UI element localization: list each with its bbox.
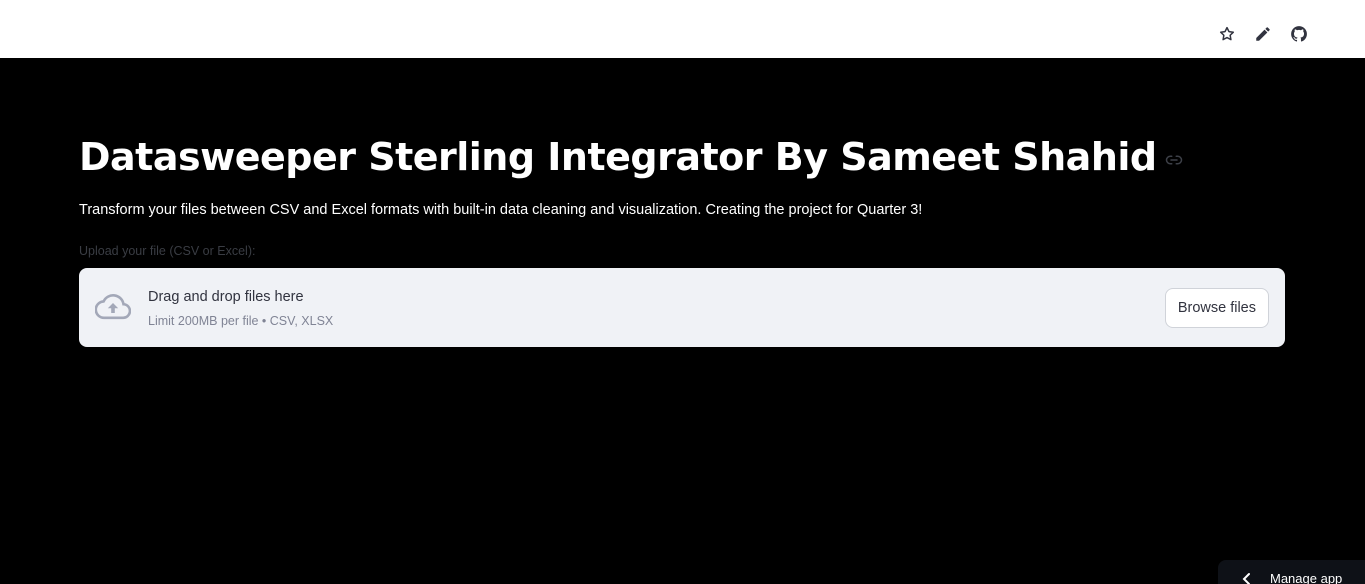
link-icon[interactable] <box>1165 151 1183 169</box>
favorite-button[interactable] <box>1217 20 1237 48</box>
github-button[interactable] <box>1289 20 1309 48</box>
dropzone-limit: Limit 200MB per file • CSV, XLSX <box>148 314 334 328</box>
dropzone-instructions: Drag and drop files here <box>148 289 304 305</box>
manage-app-label: Manage app <box>1270 571 1343 584</box>
cloud-upload-icon <box>94 292 132 322</box>
page-title: Datasweeper Sterling Integrator By Samee… <box>79 135 1157 179</box>
star-icon <box>1219 26 1235 41</box>
browse-files-button[interactable]: Browse files <box>1164 288 1269 328</box>
file-dropzone[interactable]: Drag and drop files here Limit 200MB per… <box>79 268 1285 347</box>
page-description: Transform your files between CSV and Exc… <box>79 202 923 218</box>
manage-app-button[interactable]: Manage app <box>1218 560 1365 584</box>
edit-button[interactable] <box>1253 20 1273 48</box>
edit-icon <box>1256 27 1270 41</box>
dropzone-text: Drag and drop files here Limit 200MB per… <box>148 288 333 328</box>
title-row: Datasweeper Sterling Integrator By Samee… <box>79 133 1183 181</box>
header-actions <box>1217 20 1309 48</box>
chevron-left-icon <box>1242 573 1250 584</box>
header-bar <box>0 0 1365 58</box>
github-icon <box>1291 26 1307 42</box>
uploader-label: Upload your file (CSV or Excel): <box>79 244 256 258</box>
